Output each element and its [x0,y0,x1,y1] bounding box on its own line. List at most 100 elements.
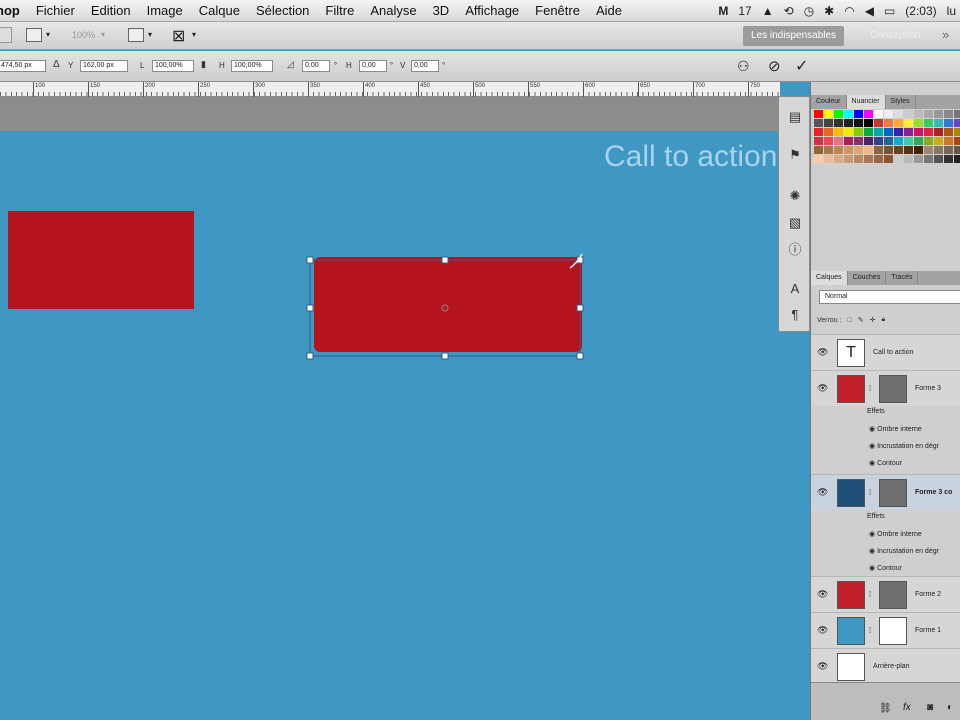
menu-filtre[interactable]: Filtre [317,3,362,18]
rotate-angle-field[interactable]: 0,00 [302,60,330,72]
visibility-eye-icon[interactable]: 👁︎ [817,625,828,636]
color-swatch[interactable] [954,128,960,136]
cancel-transform-icon[interactable]: ⊘ [768,57,781,75]
color-swatch[interactable] [904,146,913,154]
color-swatch[interactable] [814,155,823,163]
layer-row[interactable]: 👁︎ Arrière-plan [811,648,960,684]
color-swatch[interactable] [934,110,943,118]
color-swatch[interactable] [814,137,823,145]
character-icon[interactable]: A [787,281,803,297]
volume-icon[interactable]: ◀ [865,4,874,18]
color-swatch[interactable] [954,110,960,118]
horizontal-skew-field[interactable]: 0,00 [359,60,387,72]
color-swatch[interactable] [814,128,823,136]
color-swatch[interactable] [904,128,913,136]
color-swatch[interactable] [894,146,903,154]
paragraph-icon[interactable]: ¶ [787,307,803,323]
transform-bounding-box[interactable] [300,250,600,365]
lock-pixels-icon[interactable]: ✎ [858,316,864,324]
layer-row[interactable]: 👁︎ ⁞ Forme 1 [811,612,960,648]
color-swatch[interactable] [864,137,873,145]
wifi-icon[interactable]: ◠ [844,4,854,18]
color-swatch[interactable] [834,110,843,118]
menu-fichier[interactable]: Fichier [28,3,83,18]
color-swatch[interactable] [824,128,833,136]
color-swatch[interactable] [844,155,853,163]
color-swatch[interactable] [874,128,883,136]
color-swatch[interactable] [894,119,903,127]
color-swatch[interactable] [894,110,903,118]
masks-icon[interactable]: ▧ [787,215,803,231]
adobe-status-icon[interactable]: M [718,4,728,18]
color-swatch[interactable] [924,119,933,127]
effect-gradient-overlay[interactable]: ◉ Incrustation en dégr [869,547,939,555]
sync-icon[interactable]: ⟲ [784,4,794,18]
layer-row[interactable]: 👁︎ ⁞ Forme 2 [811,576,960,612]
color-swatch[interactable] [924,155,933,163]
color-swatch[interactable] [844,146,853,154]
layer-row[interactable]: 👁︎ ⁞ Forme 3 [811,370,960,406]
color-swatch[interactable] [824,146,833,154]
color-swatch[interactable] [954,119,960,127]
color-swatch[interactable] [854,119,863,127]
tab-traces[interactable]: Tracés [886,271,919,285]
blend-mode-select[interactable]: Normal [819,290,960,304]
color-swatch[interactable] [924,128,933,136]
color-swatch[interactable] [884,110,893,118]
vertical-skew-field[interactable]: 0,00 [411,60,439,72]
color-swatch[interactable] [854,110,863,118]
effect-gradient-overlay[interactable]: ◉ Incrustation en dégr [869,442,939,450]
color-swatch[interactable] [904,137,913,145]
color-swatch[interactable] [934,119,943,127]
x-position-field[interactable]: 474,50 px [0,60,46,72]
color-swatch[interactable] [904,155,913,163]
color-swatch[interactable] [914,146,923,154]
color-swatch[interactable] [894,128,903,136]
color-swatch[interactable] [864,146,873,154]
color-swatch[interactable] [904,119,913,127]
color-swatch[interactable] [894,137,903,145]
color-swatch[interactable] [864,119,873,127]
color-swatch[interactable] [944,146,953,154]
effect-stroke[interactable]: ◉ Contour [869,564,902,572]
time-machine-icon[interactable]: ◷ [804,4,814,18]
color-swatch[interactable] [814,119,823,127]
color-swatch[interactable] [824,137,833,145]
eye-icon[interactable]: ◉ [869,460,875,467]
color-swatch[interactable] [884,119,893,127]
menu-app-name[interactable]: hop [0,3,28,18]
color-swatch[interactable] [914,137,923,145]
menu-affichage[interactable]: Affichage [457,3,527,18]
user-name[interactable]: lu [947,4,956,18]
color-swatch[interactable] [874,155,883,163]
add-mask-icon[interactable]: ◙ [927,702,933,713]
color-swatch[interactable] [934,137,943,145]
color-swatch[interactable] [874,137,883,145]
y-position-field[interactable]: 162,00 px [80,60,128,72]
color-swatch[interactable] [834,137,843,145]
visibility-eye-icon[interactable]: 👁︎ [817,347,828,358]
screen-mode-full-dropdown-icon[interactable]: ▾ [192,30,196,39]
color-swatch[interactable] [924,110,933,118]
effect-inner-shadow[interactable]: ◉ Ombre interne [869,530,922,538]
link-proportions-icon[interactable]: ▮ [201,59,206,70]
zoom-dropdown-icon[interactable]: ▾ [101,30,105,39]
color-swatch[interactable] [884,137,893,145]
color-swatch[interactable] [884,155,893,163]
color-swatch[interactable] [904,110,913,118]
visibility-eye-icon[interactable]: 👁︎ [817,487,828,498]
more-workspaces-button[interactable]: » [942,27,949,42]
color-swatch[interactable] [934,155,943,163]
warp-mode-icon[interactable]: ⚇ [737,58,750,75]
cta-text-layer[interactable]: Call to action [604,140,777,174]
color-swatch[interactable] [944,119,953,127]
width-percent-field[interactable]: 100,00% [152,60,194,72]
color-swatch[interactable] [834,155,843,163]
visibility-eye-icon[interactable]: 👁︎ [817,661,828,672]
tab-couches[interactable]: Couches [848,271,887,285]
history-icon[interactable]: ⚑ [787,147,803,163]
color-swatch[interactable] [834,146,843,154]
menu-edition[interactable]: Edition [83,3,139,18]
color-swatch[interactable] [954,146,960,154]
color-swatch[interactable] [944,137,953,145]
